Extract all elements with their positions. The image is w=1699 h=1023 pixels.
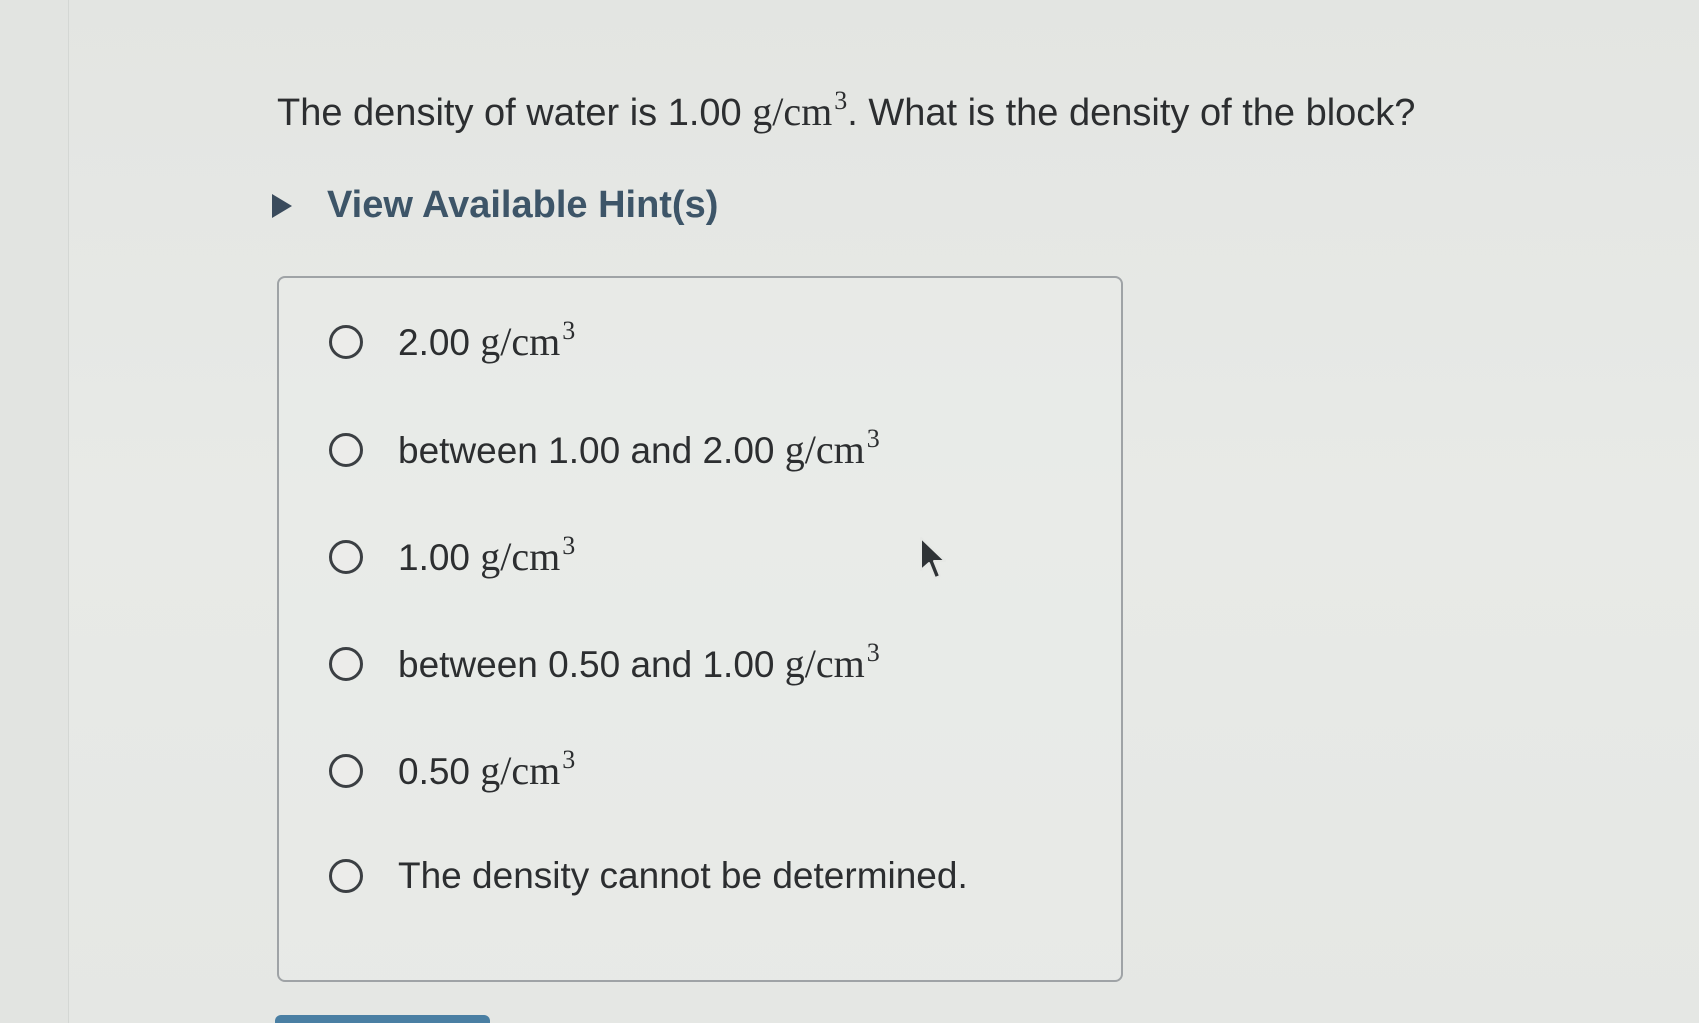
radio-button[interactable] bbox=[329, 432, 363, 467]
choice-label: 1.00 g/cm3 bbox=[398, 533, 575, 580]
choice-unit-exponent: 3 bbox=[866, 424, 880, 453]
question-unit: g/cm3 bbox=[752, 86, 848, 135]
choice-value: 2.00 bbox=[398, 322, 481, 363]
question-text-before: The density of water is 1.00 bbox=[277, 92, 753, 134]
choice-option[interactable]: between 0.50 and 1.00 g/cm3 bbox=[329, 640, 880, 687]
choice-unit: g/cm3 bbox=[784, 424, 880, 473]
choice-value: The density cannot be determined. bbox=[398, 855, 968, 896]
radio-button[interactable] bbox=[329, 753, 363, 788]
radio-button[interactable] bbox=[329, 646, 363, 681]
submit-button[interactable] bbox=[275, 1015, 490, 1023]
choice-unit-exponent: 3 bbox=[562, 316, 576, 345]
choice-option[interactable]: 1.00 g/cm3 bbox=[329, 533, 575, 580]
choice-label: between 0.50 and 1.00 g/cm3 bbox=[398, 640, 880, 687]
view-hints-toggle[interactable]: View Available Hint(s) bbox=[272, 184, 718, 227]
choice-label: 2.00 g/cm3 bbox=[398, 318, 575, 365]
choice-unit-base: g/cm bbox=[784, 641, 865, 686]
choice-unit-base: g/cm bbox=[784, 427, 865, 472]
choice-value: 1.00 bbox=[398, 537, 481, 578]
triangle-right-icon bbox=[272, 193, 292, 218]
choice-option[interactable]: 2.00 g/cm3 bbox=[329, 318, 575, 365]
choice-unit-exponent: 3 bbox=[562, 745, 576, 774]
page: The density of water is 1.00 g/cm3. What… bbox=[0, 0, 1699, 1023]
left-margin bbox=[0, 0, 69, 1023]
question-text-after: . What is the density of the block? bbox=[847, 92, 1416, 134]
answer-choices-box: 2.00 g/cm3 between 1.00 and 2.00 g/cm3 1… bbox=[277, 276, 1123, 982]
choice-unit-base: g/cm bbox=[480, 534, 561, 579]
choice-label: 0.50 g/cm3 bbox=[398, 747, 575, 794]
choice-option[interactable]: between 1.00 and 2.00 g/cm3 bbox=[329, 426, 880, 473]
choice-unit: g/cm3 bbox=[480, 316, 576, 365]
choice-label: The density cannot be determined. bbox=[398, 855, 968, 897]
choice-option[interactable]: The density cannot be determined. bbox=[329, 855, 968, 897]
choice-unit: g/cm3 bbox=[784, 638, 880, 687]
choice-unit-exponent: 3 bbox=[562, 531, 576, 560]
choice-unit-exponent: 3 bbox=[866, 638, 880, 667]
choice-unit: g/cm3 bbox=[480, 531, 576, 580]
question-unit-base: g/cm bbox=[752, 89, 833, 134]
radio-button[interactable] bbox=[329, 324, 363, 359]
choice-value: 0.50 bbox=[398, 751, 481, 792]
question-text: The density of water is 1.00 g/cm3. What… bbox=[277, 88, 1415, 137]
radio-button[interactable] bbox=[329, 859, 363, 893]
choice-label: between 1.00 and 2.00 g/cm3 bbox=[398, 426, 880, 473]
choice-value: between 0.50 and 1.00 bbox=[398, 644, 785, 685]
choice-unit-base: g/cm bbox=[480, 319, 561, 364]
question-unit-exponent: 3 bbox=[834, 86, 848, 115]
choice-unit: g/cm3 bbox=[480, 745, 576, 794]
mouse-pointer-icon bbox=[920, 537, 946, 579]
view-hints-label: View Available Hint(s) bbox=[327, 184, 719, 226]
choice-value: between 1.00 and 2.00 bbox=[398, 430, 785, 471]
choice-option[interactable]: 0.50 g/cm3 bbox=[329, 747, 575, 794]
radio-button[interactable] bbox=[329, 539, 363, 574]
choice-unit-base: g/cm bbox=[480, 748, 561, 793]
